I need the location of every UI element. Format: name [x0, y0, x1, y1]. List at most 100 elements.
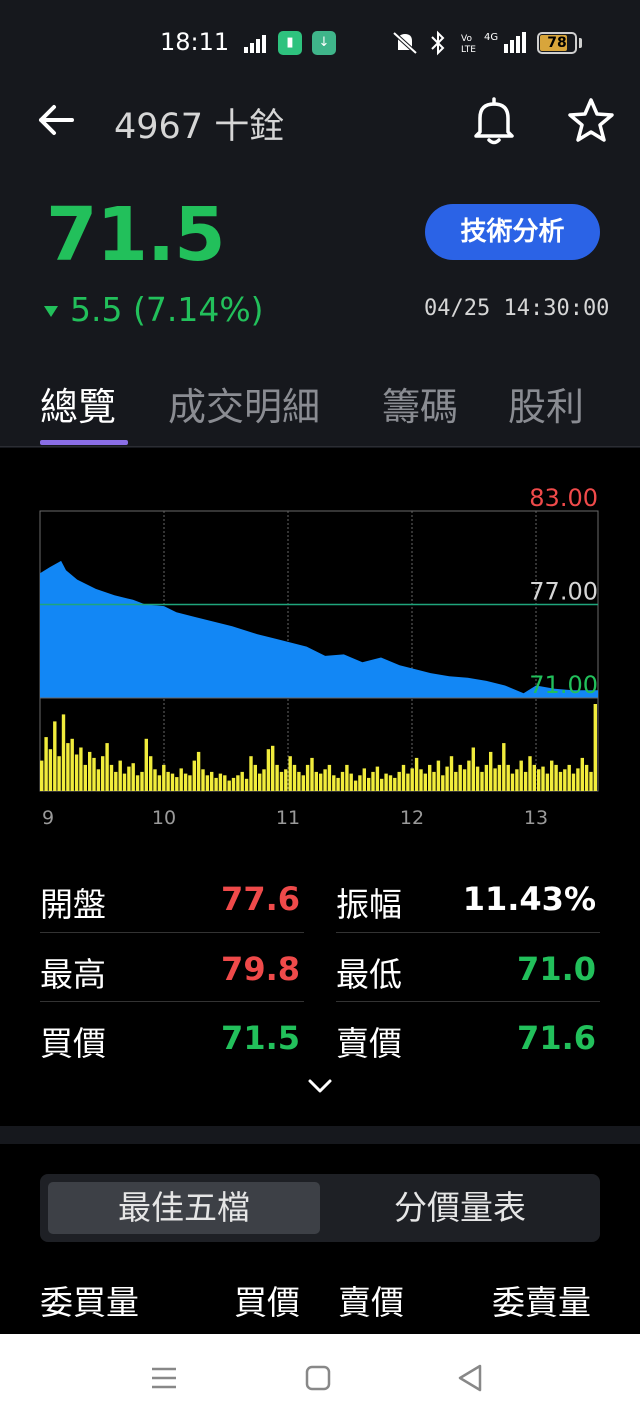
- volume-bar: [88, 751, 92, 791]
- volume-bar: [140, 771, 144, 791]
- y-axis-label: 71.00: [529, 671, 598, 699]
- bluetooth-icon: [431, 30, 445, 56]
- price-area-series: [40, 560, 598, 698]
- volume-bar: [275, 764, 279, 791]
- volume-bar: [554, 764, 558, 791]
- volume-bar: [183, 773, 188, 791]
- tab-transaction-details[interactable]: 成交明細: [168, 376, 320, 431]
- volume-bar: [432, 771, 436, 791]
- svg-text:LTE: LTE: [461, 45, 476, 55]
- volume-bar: [462, 769, 467, 792]
- volume-bar: [454, 771, 458, 791]
- intraday-chart-svg: 83.00 77.00 71.00 9 10 11 12 13: [39, 484, 599, 829]
- volume-bar: [223, 775, 227, 791]
- volume-bar: [61, 714, 66, 791]
- battery-text: 78: [547, 35, 567, 51]
- volume-bar: [423, 773, 427, 791]
- header-ask-price: 賣價: [338, 1283, 404, 1322]
- active-tab-indicator: [40, 440, 128, 445]
- tab-chips[interactable]: 籌碼: [382, 376, 458, 431]
- volume-bar: [192, 760, 196, 791]
- volume-bar: [471, 747, 475, 791]
- home-icon[interactable]: [300, 1360, 336, 1396]
- volume-bar: [406, 773, 410, 791]
- open-label: 開盤: [40, 885, 106, 924]
- volume-bar: [445, 766, 449, 791]
- header-bid-price: 買價: [234, 1283, 300, 1322]
- volume-bar: [419, 769, 423, 792]
- tab-overview[interactable]: 總覽: [40, 376, 116, 431]
- volume-bar: [340, 771, 345, 791]
- volume-bar: [266, 749, 271, 791]
- status-time: 18:11: [160, 28, 230, 56]
- volume-bar: [523, 771, 528, 791]
- volume-bar: [480, 771, 484, 791]
- battery-saver-icon: ▮: [278, 31, 302, 55]
- tab-dividends[interactable]: 股利: [508, 376, 584, 431]
- section-divider: [0, 1126, 640, 1144]
- back-triangle-icon[interactable]: [452, 1360, 488, 1396]
- row-divider: [336, 1001, 600, 1002]
- volume-bar: [127, 766, 131, 791]
- volume-bar: [528, 756, 532, 791]
- volume-bar: [593, 704, 597, 791]
- volume-bar: [144, 738, 148, 791]
- x-axis-label: 11: [276, 807, 300, 829]
- volume-bar: [205, 775, 210, 791]
- volume-bar: [40, 760, 44, 791]
- header-ask-volume: 委賣量: [492, 1283, 591, 1322]
- volume-bar: [467, 760, 471, 791]
- volume-bar: [576, 768, 580, 791]
- volume-bar: [153, 769, 157, 792]
- x-axis-label: 13: [524, 807, 548, 829]
- intraday-chart[interactable]: 83.00 77.00 71.00 9 10 11 12 13: [0, 480, 640, 840]
- order-book-segmented-control: 最佳五檔 分價量表: [40, 1174, 600, 1242]
- volume-bar: [118, 760, 122, 791]
- svg-text:Vo: Vo: [461, 34, 472, 44]
- volume-bar: [288, 756, 292, 791]
- low-label: 最低: [336, 955, 402, 994]
- download-icon: ↓: [312, 31, 336, 55]
- volume-bar: [179, 768, 183, 791]
- volume-bar: [362, 768, 366, 791]
- volume-bar: [393, 777, 397, 791]
- volume-bar: [319, 773, 323, 791]
- stock-title: 4967 十銓: [114, 107, 285, 147]
- volume-bar: [336, 777, 340, 791]
- technical-analysis-button[interactable]: 技術分析: [425, 204, 600, 260]
- menu-icon[interactable]: [146, 1360, 182, 1396]
- chevron-down-icon[interactable]: [306, 1076, 334, 1096]
- battery-tip: [579, 38, 582, 48]
- open-value: 77.6: [221, 880, 300, 918]
- volume-bar: [149, 756, 153, 791]
- segment-best-five[interactable]: 最佳五檔: [48, 1182, 320, 1234]
- volume-bar: [175, 777, 179, 791]
- bell-icon[interactable]: [470, 96, 518, 146]
- row-divider: [336, 932, 600, 933]
- amplitude-value: 11.43%: [462, 880, 596, 918]
- volume-bar: [162, 764, 166, 791]
- cellular-signal-icon: 4G: [484, 32, 526, 53]
- volume-bar: [353, 780, 358, 791]
- volume-bar: [584, 764, 589, 791]
- volume-bar: [292, 764, 297, 791]
- high-label: 最高: [40, 955, 106, 994]
- volume-bar: [170, 773, 175, 791]
- star-icon[interactable]: [566, 96, 616, 146]
- header-bid-volume: 委買量: [40, 1283, 139, 1322]
- volume-bar: [284, 769, 288, 792]
- segment-price-volume[interactable]: 分價量表: [324, 1182, 596, 1234]
- volume-bar: [258, 773, 262, 791]
- back-arrow-icon[interactable]: [36, 100, 76, 140]
- volume-bar: [367, 777, 371, 791]
- volume-bar: [567, 764, 571, 791]
- volume-bar: [371, 771, 375, 791]
- volume-bar: [166, 771, 170, 791]
- volume-bar: [271, 745, 275, 791]
- volume-bar: [332, 775, 336, 791]
- volume-bar: [48, 749, 53, 791]
- current-price: 71.5: [46, 192, 226, 278]
- x-axis-label: 10: [152, 807, 176, 829]
- volume-bar: [83, 764, 87, 791]
- volume-bar: [475, 766, 480, 791]
